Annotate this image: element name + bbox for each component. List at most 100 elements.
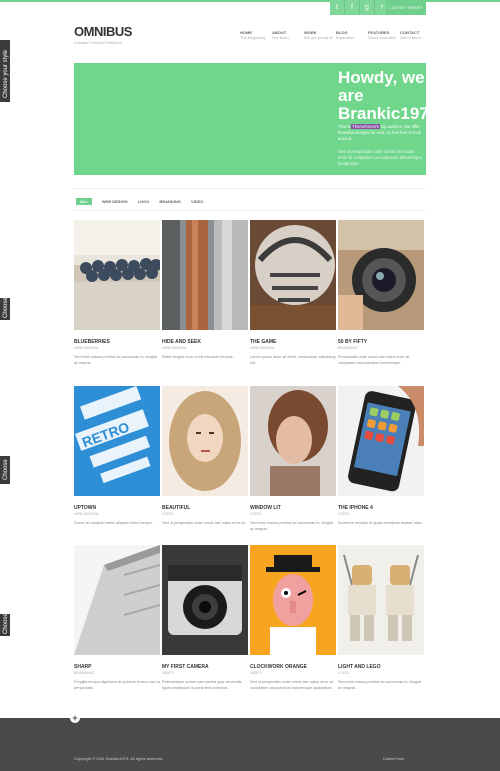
twitter-icon[interactable]: t <box>330 0 345 15</box>
portfolio-item[interactable]: BLUEBERRIES WEB DESIGN Sed enim massa pr… <box>74 220 160 366</box>
nav-item-about[interactable]: ABOUT Our team <box>272 30 304 40</box>
nav-item-blog[interactable]: BLOG Inspiration <box>336 30 368 40</box>
expand-footer-icon[interactable]: + <box>70 713 80 723</box>
latest-tweet-button[interactable]: LATEST TWEET <box>386 0 426 15</box>
item-description: Fringilla tempor dignissim ac pretium et… <box>74 680 160 690</box>
filter-all[interactable]: ALL <box>76 198 92 205</box>
item-title[interactable]: THE GAME <box>250 339 336 345</box>
item-title[interactable]: SHARP <box>74 664 160 670</box>
hide-and-seek-thumbnail[interactable] <box>162 220 248 330</box>
portfolio-item[interactable]: SHARP BRANDING Fringilla tempor dignissi… <box>74 545 160 691</box>
item-category: VIDEO <box>250 671 262 675</box>
portfolio-item[interactable]: WINDOW LIT LOGO Sed enim massa pretium a… <box>250 386 336 532</box>
divider <box>74 188 426 189</box>
facebook-icon[interactable]: f <box>345 0 360 15</box>
item-category: LOGO <box>338 671 349 675</box>
item-description: Inventore veritatis et quasi architecto … <box>338 521 423 525</box>
item-description: Sed ut perspiciatis unde omnis iste natu… <box>162 521 246 525</box>
nav-item-features[interactable]: FEATURES Some cool stuff <box>368 30 400 40</box>
style-chooser-tab[interactable]: Choose <box>0 297 10 320</box>
divider <box>74 210 426 211</box>
nav-item-home[interactable]: HOME The beginning <box>240 30 272 40</box>
nav-subtitle: Some cool stuff <box>368 35 396 40</box>
item-description: Etiam feugiat nunc id elit interdum temp… <box>162 355 234 359</box>
google-icon[interactable]: g <box>360 0 375 15</box>
item-description: Sed enim massa pretium ac accumsan in, f… <box>250 521 333 531</box>
nav-item-work[interactable]: WORK We are proud of <box>304 30 336 40</box>
style-chooser-label: Choose <box>3 297 9 318</box>
item-title[interactable]: BEAUTIFUL <box>162 505 248 511</box>
item-title[interactable]: BLUEBERRIES <box>74 339 160 345</box>
portfolio-item[interactable]: 50 BY FIFTY BRANDING Perspiciatis unde o… <box>338 220 424 366</box>
nav-subtitle: Inspiration <box>336 35 355 40</box>
portfolio-item[interactable]: RETRO UPTOWN WEB DESIGN Donec at volutpa… <box>74 386 160 527</box>
style-chooser-label: Choose <box>3 459 9 480</box>
item-description: Perspiciatis unde omnis iste natus error… <box>338 355 410 365</box>
sharp-thumbnail[interactable] <box>74 545 160 655</box>
item-title[interactable]: HIDE AND SEEK <box>162 339 248 345</box>
item-description: Sed ut perspiciatis unde omnis iste natu… <box>250 680 333 690</box>
portfolio-item[interactable]: LIGHT AND LEGO LOGO Sed enim massa preti… <box>338 545 424 691</box>
portfolio-item[interactable]: THE IPHONE 4 LOGO Inventore veritatis et… <box>338 386 424 527</box>
clockwork-orange-thumbnail[interactable] <box>250 545 336 655</box>
footer-copyright: Copyright © 2011 Brankic1979. All rights… <box>74 756 164 761</box>
portfolio-item[interactable]: BEAUTIFUL LOGO Sed ut perspiciatis unde … <box>162 386 248 527</box>
item-title[interactable]: CLOCKWORK ORANGE <box>250 664 336 670</box>
filter-logo[interactable]: LOGO <box>138 199 150 204</box>
item-description: Sed enim massa pretium ac accumsan in, f… <box>338 680 421 690</box>
light-and-lego-thumbnail[interactable] <box>338 545 424 655</box>
portfolio-filters: ALL WEB DESIGN LOGO BRANDING VIDEO <box>76 198 203 205</box>
item-description: Donec at volutpat metus aliquam tellus t… <box>74 521 153 525</box>
item-category: WEB DESIGN <box>250 346 275 350</box>
item-category: BRANDING <box>338 346 359 350</box>
nav-subtitle: The beginning <box>240 35 266 40</box>
item-description: Lorem ipsum dolor sit amet, consectetur … <box>250 355 336 365</box>
blueberries-thumbnail[interactable] <box>74 220 160 330</box>
themeforest-badge[interactable]: Themeforest's <box>351 124 380 129</box>
item-category: WEB DESIGN <box>74 346 99 350</box>
beautiful-thumbnail[interactable] <box>162 386 248 496</box>
site-logo[interactable]: OMNIBUS <box>74 24 132 39</box>
the-game-thumbnail[interactable] <box>250 220 336 330</box>
filter-web-design[interactable]: WEB DESIGN <box>102 199 128 204</box>
nav-item-contact[interactable]: CONTACT Get in touch <box>400 30 432 40</box>
filter-video[interactable]: VIDEO <box>191 199 203 204</box>
item-category: LOGO <box>250 512 261 516</box>
uptown-thumbnail[interactable]: RETRO <box>74 386 160 496</box>
nav-subtitle: Our team <box>272 35 289 40</box>
item-title[interactable]: WINDOW LIT <box>250 505 336 511</box>
hero-intro: This is Themeforest's top authors. We of… <box>338 124 423 142</box>
style-chooser-tab[interactable]: Choose <box>0 613 10 636</box>
footer: + Copyright © 2011 Brankic1979. All righ… <box>0 713 500 771</box>
hero-banner: Howdy, we are Brankic1979 This is Themef… <box>74 63 438 175</box>
filter-branding[interactable]: BRANDING <box>159 199 181 204</box>
main-nav: HOME The beginning ABOUT Our team WORK We a… <box>240 30 432 40</box>
item-category: WEB DESIGN <box>162 346 187 350</box>
item-title[interactable]: THE IPHONE 4 <box>338 505 424 511</box>
item-title[interactable]: MY FIRST CAMERA <box>162 664 248 670</box>
portfolio-item[interactable]: CLOCKWORK ORANGE VIDEO Sed ut perspiciat… <box>250 545 336 691</box>
style-chooser-tab[interactable]: Choose your style <box>0 40 10 102</box>
iphone-thumbnail[interactable] <box>338 386 424 496</box>
style-chooser-tab[interactable]: Choose <box>0 456 10 484</box>
portfolio-item[interactable]: THE GAME WEB DESIGN Lorem ipsum dolor si… <box>250 220 336 366</box>
hero-title: Howdy, we are Brankic1979 <box>338 68 439 123</box>
item-category: WEB DESIGN <box>74 512 99 516</box>
style-chooser-label: Choose <box>3 613 9 634</box>
my-first-camera-thumbnail[interactable] <box>162 545 248 655</box>
portfolio-item[interactable]: MY FIRST CAMERA VIDEO Pellentesque ornar… <box>162 545 248 691</box>
hero-intro-pre: This is <box>338 124 351 129</box>
site-tagline: Creative Portfolio Premium <box>74 40 122 45</box>
item-title[interactable]: LIGHT AND LEGO <box>338 664 424 670</box>
item-description: Sed enim massa pretium ac accumsan in, f… <box>74 355 157 365</box>
item-title[interactable]: 50 BY FIFTY <box>338 339 424 345</box>
window-lit-thumbnail[interactable] <box>250 386 336 496</box>
item-category: LOGO <box>162 512 173 516</box>
footer-collect: Collect from <box>383 756 405 761</box>
item-title[interactable]: UPTOWN <box>74 505 160 511</box>
50-by-fifty-thumbnail[interactable] <box>338 220 424 330</box>
style-chooser-label: Choose your style <box>3 49 9 98</box>
item-category: BRANDING <box>74 671 95 675</box>
portfolio-item[interactable]: HIDE AND SEEK WEB DESIGN Etiam feugiat n… <box>162 220 248 361</box>
social-links: t f g r <box>330 0 390 15</box>
